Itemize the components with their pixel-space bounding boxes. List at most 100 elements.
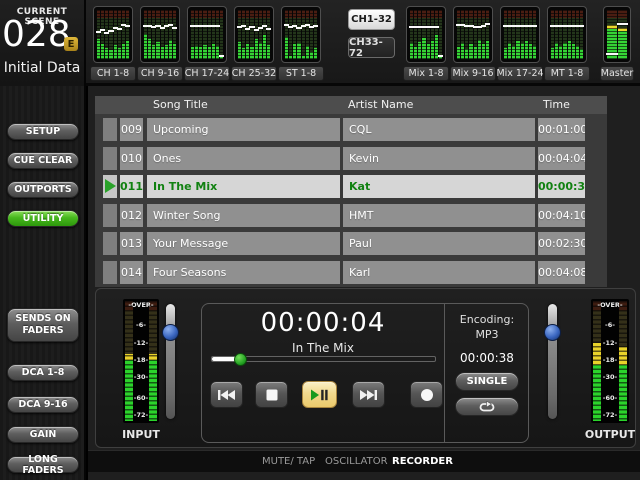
- output-meter-label: OUTPUT: [573, 428, 640, 441]
- level-bar: [555, 10, 558, 59]
- song-time-cell[interactable]: 00:02:30: [538, 232, 585, 255]
- song-time-cell[interactable]: 00:04:04: [538, 147, 585, 170]
- repeat-icon: [478, 401, 496, 413]
- song-title-cell[interactable]: Your Message: [147, 232, 340, 255]
- song-num-cell[interactable]: 010: [120, 147, 143, 170]
- repeat-button[interactable]: [455, 397, 519, 416]
- level-bar: [435, 10, 438, 59]
- meter-group-ch-1-8: [93, 6, 133, 63]
- song-row-011[interactable]: 011In The MixKat00:00:38: [95, 175, 607, 198]
- level-bar: [306, 10, 309, 59]
- recorder-info-section: Encoding: MP3 00:00:38 SINGLE: [444, 304, 530, 444]
- song-artist-cell[interactable]: CQL: [343, 118, 535, 141]
- bank-button-ch1-32[interactable]: CH1-32: [348, 9, 395, 30]
- meter-group-label-mix-17-24: Mix 17-24: [497, 66, 543, 81]
- stop-button[interactable]: [255, 381, 288, 408]
- level-bar: [593, 301, 601, 421]
- dca-9-16-button[interactable]: DCA 9-16: [7, 396, 79, 413]
- song-play-cell[interactable]: [103, 175, 117, 198]
- level-bar: [422, 10, 425, 59]
- progress-knob[interactable]: [234, 353, 247, 366]
- song-title-cell[interactable]: Four Seasons: [147, 261, 340, 284]
- level-bar: [126, 10, 129, 59]
- song-row-012[interactable]: 012Winter SongHMT00:04:10: [95, 204, 607, 227]
- song-title-cell[interactable]: Upcoming: [147, 118, 340, 141]
- record-button[interactable]: [410, 381, 443, 408]
- previous-icon: [218, 389, 235, 401]
- outports-button[interactable]: OUTPORTS: [7, 181, 79, 198]
- song-play-cell[interactable]: [103, 147, 117, 170]
- song-time-cell[interactable]: 00:01:00: [538, 118, 585, 141]
- previous-button[interactable]: [210, 381, 243, 408]
- setup-button[interactable]: SETUP: [7, 123, 79, 140]
- tab-mute-tap[interactable]: MUTE/ TAP: [262, 451, 315, 473]
- current-scene-panel[interactable]: CURRENT SCENE 028 E Initial Data: [0, 0, 86, 86]
- output-fader-track[interactable]: [548, 304, 557, 419]
- level-bar: [508, 10, 511, 59]
- scene-name: Initial Data: [0, 60, 84, 76]
- level-bar: [156, 10, 159, 59]
- song-artist-cell[interactable]: Karl: [343, 261, 535, 284]
- level-bar: [122, 10, 125, 59]
- long-faders-button[interactable]: LONG FADERS: [7, 456, 79, 473]
- single-mode-button[interactable]: SINGLE: [455, 372, 519, 391]
- level-bar: [101, 10, 104, 59]
- tab-oscillator[interactable]: OSCILLATOR: [325, 451, 388, 473]
- song-time-cell[interactable]: 00:04:08: [538, 261, 585, 284]
- cue-clear-button[interactable]: CUE CLEAR: [7, 152, 79, 169]
- level-bar: [482, 10, 485, 59]
- input-meter-label: INPUT: [105, 428, 177, 441]
- song-num-cell[interactable]: 011: [120, 175, 143, 198]
- level-bar: [263, 10, 266, 59]
- song-play-cell[interactable]: [103, 232, 117, 255]
- song-row-013[interactable]: 013Your MessagePaul00:02:30: [95, 232, 607, 255]
- song-title-cell[interactable]: In The Mix: [147, 175, 340, 198]
- bank-button-ch33-72[interactable]: CH33-72: [348, 37, 395, 58]
- song-play-cell[interactable]: [103, 204, 117, 227]
- level-bar: [576, 10, 579, 59]
- play-pause-button[interactable]: [302, 381, 337, 408]
- level-bar: [314, 10, 317, 59]
- meter-group-ch-17-24: [187, 6, 227, 63]
- input-fader-knob[interactable]: [162, 324, 179, 341]
- song-num-cell[interactable]: 014: [120, 261, 143, 284]
- level-bar: [149, 301, 157, 421]
- meter-group-label-mt-1-8: MT 1-8: [544, 66, 590, 81]
- song-row-014[interactable]: 014Four SeasonsKarl00:04:08: [95, 261, 607, 284]
- song-artist-cell[interactable]: HMT: [343, 204, 535, 227]
- next-button[interactable]: [352, 381, 385, 408]
- song-title-cell[interactable]: Winter Song: [147, 204, 340, 227]
- song-progress-bar[interactable]: [211, 356, 436, 362]
- level-bar: [144, 10, 147, 59]
- meter-group-ch-9-16: [140, 6, 180, 63]
- song-play-cell[interactable]: [103, 261, 117, 284]
- song-row-010[interactable]: 010OnesKevin00:04:04: [95, 147, 607, 170]
- song-play-cell[interactable]: [103, 118, 117, 141]
- input-fader-track[interactable]: [166, 304, 175, 419]
- level-bar: [255, 10, 258, 59]
- level-bar: [191, 10, 194, 59]
- tab-recorder[interactable]: RECORDER: [392, 451, 453, 473]
- song-artist-cell[interactable]: Kat: [343, 175, 535, 198]
- dca-1-8-button[interactable]: DCA 1-8: [7, 364, 79, 381]
- song-num-cell[interactable]: 009: [120, 118, 143, 141]
- scene-number: 028: [2, 15, 62, 55]
- level-bar: [105, 10, 108, 59]
- level-bar: [109, 10, 112, 59]
- song-artist-cell[interactable]: Paul: [343, 232, 535, 255]
- level-bar: [161, 10, 164, 59]
- level-bar: [580, 10, 583, 59]
- song-num-cell[interactable]: 013: [120, 232, 143, 255]
- output-fader-knob[interactable]: [544, 324, 561, 341]
- sends-on-faders-button[interactable]: SENDS ON FADERS: [7, 308, 79, 342]
- song-title-cell[interactable]: Ones: [147, 147, 340, 170]
- song-time-cell[interactable]: 00:04:10: [538, 204, 585, 227]
- gain-button[interactable]: GAIN: [7, 426, 79, 443]
- utility-button[interactable]: UTILITY: [7, 210, 79, 227]
- level-bar: [414, 10, 417, 59]
- level-bar: [461, 10, 464, 59]
- song-artist-cell[interactable]: Kevin: [343, 147, 535, 170]
- song-row-009[interactable]: 009UpcomingCQL00:01:00: [95, 118, 607, 141]
- song-num-cell[interactable]: 012: [120, 204, 143, 227]
- song-time-cell[interactable]: 00:00:38: [538, 175, 585, 198]
